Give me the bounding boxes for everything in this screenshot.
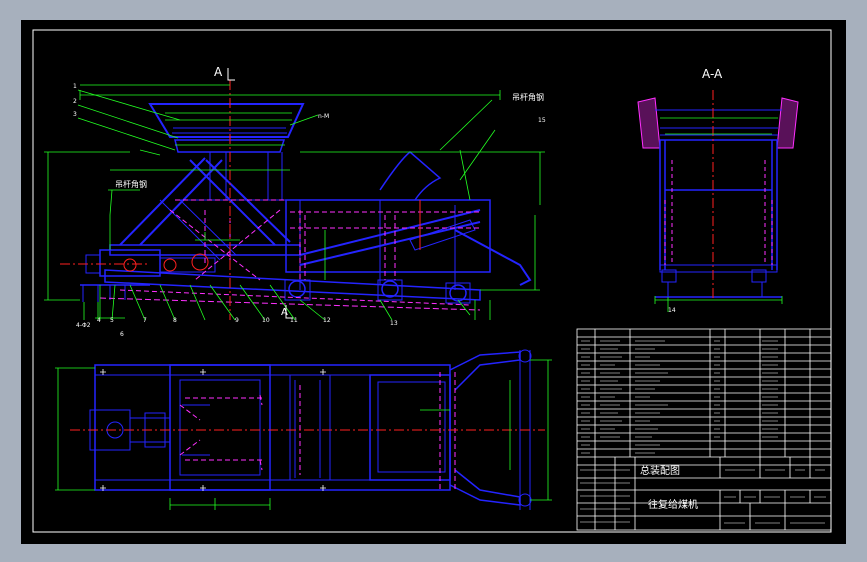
section-mark-top: A <box>214 65 223 79</box>
callout-10: 10 <box>262 317 270 324</box>
section-mark-bottom: A <box>281 307 288 318</box>
callout-1: 1 <box>73 83 77 90</box>
callout-11: 11 <box>290 317 298 324</box>
callout-7: 7 <box>143 317 147 324</box>
callout-13: 13 <box>390 320 398 327</box>
callout-4: 4 <box>97 317 101 324</box>
callout-12: 12 <box>323 317 331 324</box>
callout-6: 6 <box>120 331 124 338</box>
drawing-name: 总装配图 <box>640 464 680 477</box>
holes-label: n-M <box>318 113 329 120</box>
callout-8: 8 <box>173 317 177 324</box>
cad-drawing: A A 1 2 3 4 5 6 7 8 9 10 11 12 13 14 15 … <box>21 20 846 544</box>
bolt-label: 4-Φ2 <box>76 322 91 329</box>
callout-3: 3 <box>73 111 77 118</box>
section-view-title: A-A <box>702 67 723 81</box>
callout-5: 5 <box>110 317 114 324</box>
lifting-angle-label-right: 吊杆角钢 <box>512 92 544 102</box>
product-name: 往复给煤机 <box>648 498 698 511</box>
callout-15: 15 <box>538 117 546 124</box>
lifting-angle-label-left: 吊杆角钢 <box>115 179 147 189</box>
callout-14: 14 <box>668 307 676 314</box>
callout-2: 2 <box>73 98 77 105</box>
callout-9: 9 <box>235 317 239 324</box>
